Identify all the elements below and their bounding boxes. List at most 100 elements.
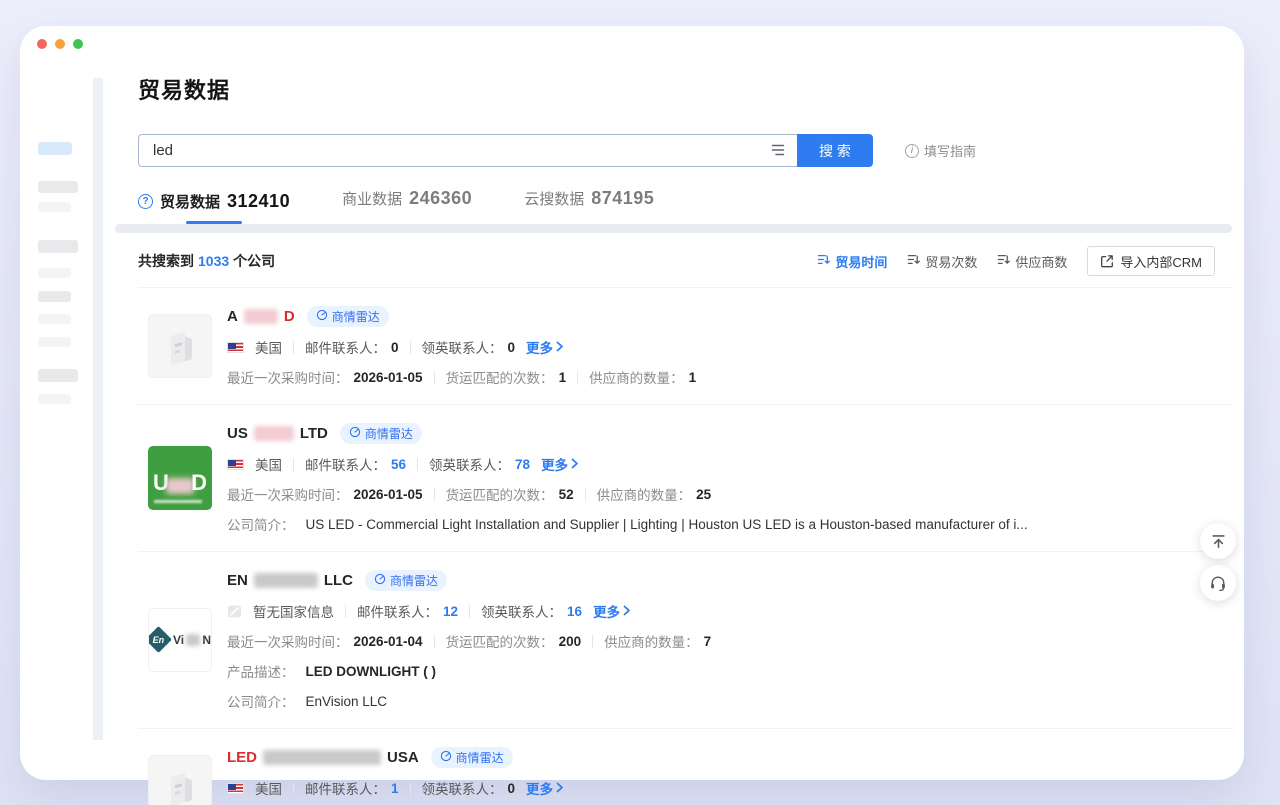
- more-link[interactable]: 更多: [593, 601, 631, 621]
- business-radar-badge[interactable]: 商情雷达: [307, 306, 389, 327]
- company-name[interactable]: ENLLC: [227, 572, 353, 589]
- search-input[interactable]: [138, 134, 797, 167]
- company-logo[interactable]: EnViN: [148, 608, 212, 672]
- sidebar-item-placeholder[interactable]: [38, 240, 78, 253]
- tab-云搜数据[interactable]: 云搜数据874195: [524, 188, 654, 221]
- vertical-divider: [434, 371, 435, 384]
- company-intro-value: US LED - Commercial Light Installation a…: [306, 517, 1028, 532]
- page-title: 贸易数据: [138, 73, 1232, 105]
- field-label: 供应商的数量：: [589, 367, 684, 387]
- filter-lines-icon[interactable]: [770, 143, 786, 157]
- more-label: 更多: [526, 778, 553, 798]
- badge-label: 商情雷达: [332, 308, 380, 325]
- business-radar-badge[interactable]: 商情雷达: [340, 423, 422, 444]
- company-name-part: D: [284, 308, 295, 325]
- field: 邮件联系人：0: [305, 337, 399, 357]
- field: 领英联系人： 0: [422, 778, 516, 798]
- field: 货运匹配的次数：200: [446, 631, 582, 651]
- sort-icon: [997, 253, 1010, 269]
- sort-label: 贸易时间: [835, 252, 887, 271]
- sidebar-item-placeholder[interactable]: [38, 394, 71, 404]
- more-link[interactable]: 更多: [526, 337, 564, 357]
- field: 最近一次采购时间：2026-01-05: [227, 484, 423, 504]
- minimize-window-button[interactable]: [55, 39, 65, 49]
- more-label: 更多: [526, 337, 553, 357]
- badge-label: 商情雷达: [365, 425, 413, 442]
- fill-guide-link[interactable]: 填写指南: [905, 141, 976, 160]
- import-crm-button[interactable]: 导入内部CRM: [1087, 246, 1215, 276]
- tab-count: 312410: [227, 191, 290, 212]
- tab-label: 云搜数据: [524, 188, 584, 209]
- radar-icon: [316, 309, 328, 324]
- vertical-divider: [345, 605, 346, 618]
- field-value[interactable]: 78: [515, 457, 530, 472]
- field-label: 公司简介：: [227, 691, 295, 711]
- field-value: 0: [508, 781, 516, 796]
- field-value: 2026-01-05: [354, 487, 423, 502]
- help-circle-icon[interactable]: [138, 194, 153, 209]
- sidebar-item-placeholder[interactable]: [38, 314, 71, 324]
- customer-service-button[interactable]: [1200, 565, 1236, 601]
- field-label: 邮件联系人：: [357, 601, 438, 621]
- logo-letter: D: [191, 470, 207, 496]
- redacted-name-block: [263, 750, 381, 765]
- business-radar-badge[interactable]: 商情雷达: [431, 747, 513, 768]
- company-name[interactable]: LEDUSA: [227, 749, 419, 766]
- field: 领英联系人：78: [429, 454, 530, 474]
- more-label: 更多: [541, 454, 568, 474]
- radar-icon: [374, 573, 386, 588]
- product-description-value: LED DOWNLIGHT ( ): [306, 664, 436, 679]
- sidebar-item-placeholder[interactable]: [38, 181, 78, 193]
- field-value: 200: [559, 634, 582, 649]
- search-button[interactable]: 搜 索: [797, 134, 873, 167]
- logo-letter: Vi: [173, 633, 184, 647]
- company-logo-placeholder[interactable]: [148, 314, 212, 378]
- company-logo-placeholder[interactable]: [148, 755, 212, 805]
- company-name[interactable]: AD: [227, 308, 295, 325]
- sidebar-item-placeholder[interactable]: [38, 202, 71, 212]
- sidebar-item-active-placeholder[interactable]: [38, 142, 72, 155]
- horizontal-scrollbar[interactable]: [115, 224, 1232, 233]
- maximize-window-button[interactable]: [73, 39, 83, 49]
- company-logo[interactable]: UD: [148, 446, 212, 510]
- sidebar-item-placeholder[interactable]: [38, 337, 71, 347]
- redacted-name-block: [244, 309, 278, 324]
- no-flag-icon: [227, 604, 242, 619]
- tab-商业数据[interactable]: 商业数据246360: [342, 188, 472, 221]
- close-window-button[interactable]: [37, 39, 47, 49]
- window-controls: [37, 39, 83, 49]
- tab-贸易数据[interactable]: 贸易数据312410: [138, 191, 290, 224]
- field: 领英联系人：0: [422, 337, 516, 357]
- product-description-line: 产品描述：LED DOWNLIGHT ( ): [227, 661, 1232, 681]
- vertical-divider: [293, 782, 294, 795]
- sort-贸易次数[interactable]: 贸易次数: [907, 252, 977, 271]
- field: 供应商的数量： 25: [597, 484, 712, 504]
- field-label: 最近一次采购时间：: [227, 367, 349, 387]
- company-intro-line: 公司简介：EnVision LLC: [227, 691, 1232, 711]
- company-row: AD商情雷达美国邮件联系人：0领英联系人：0更多最近一次采购时间：2026-01…: [138, 288, 1232, 405]
- more-link[interactable]: 更多: [541, 454, 579, 474]
- back-to-top-button[interactable]: [1200, 523, 1236, 559]
- field-value[interactable]: 56: [391, 457, 406, 472]
- field-label: 供应商的数量：: [597, 484, 692, 504]
- more-link[interactable]: 更多: [526, 778, 564, 798]
- field-value[interactable]: 1: [391, 781, 399, 796]
- company-name[interactable]: USLTD: [227, 425, 328, 442]
- vertical-divider: [585, 488, 586, 501]
- business-radar-badge[interactable]: 商情雷达: [365, 570, 447, 591]
- sidebar-item-placeholder[interactable]: [38, 268, 71, 278]
- field-label: 最近一次采购时间：: [227, 631, 349, 651]
- sidebar-item-placeholder[interactable]: [38, 369, 78, 382]
- sidebar-item-placeholder[interactable]: [38, 291, 71, 302]
- sort-供应商数[interactable]: 供应商数: [997, 252, 1067, 271]
- back-to-top-icon: [1210, 533, 1227, 550]
- sort-label: 供应商数: [1015, 252, 1067, 271]
- field-value: 0: [508, 340, 516, 355]
- field-value[interactable]: 12: [443, 604, 458, 619]
- badge-label: 商情雷达: [456, 749, 504, 766]
- sort-贸易时间[interactable]: 贸易时间: [817, 252, 887, 271]
- field-value[interactable]: 16: [567, 604, 582, 619]
- field: 货运匹配的次数：1: [446, 367, 567, 387]
- field-label: 领英联系人：: [422, 778, 503, 798]
- field-value: 25: [696, 487, 711, 502]
